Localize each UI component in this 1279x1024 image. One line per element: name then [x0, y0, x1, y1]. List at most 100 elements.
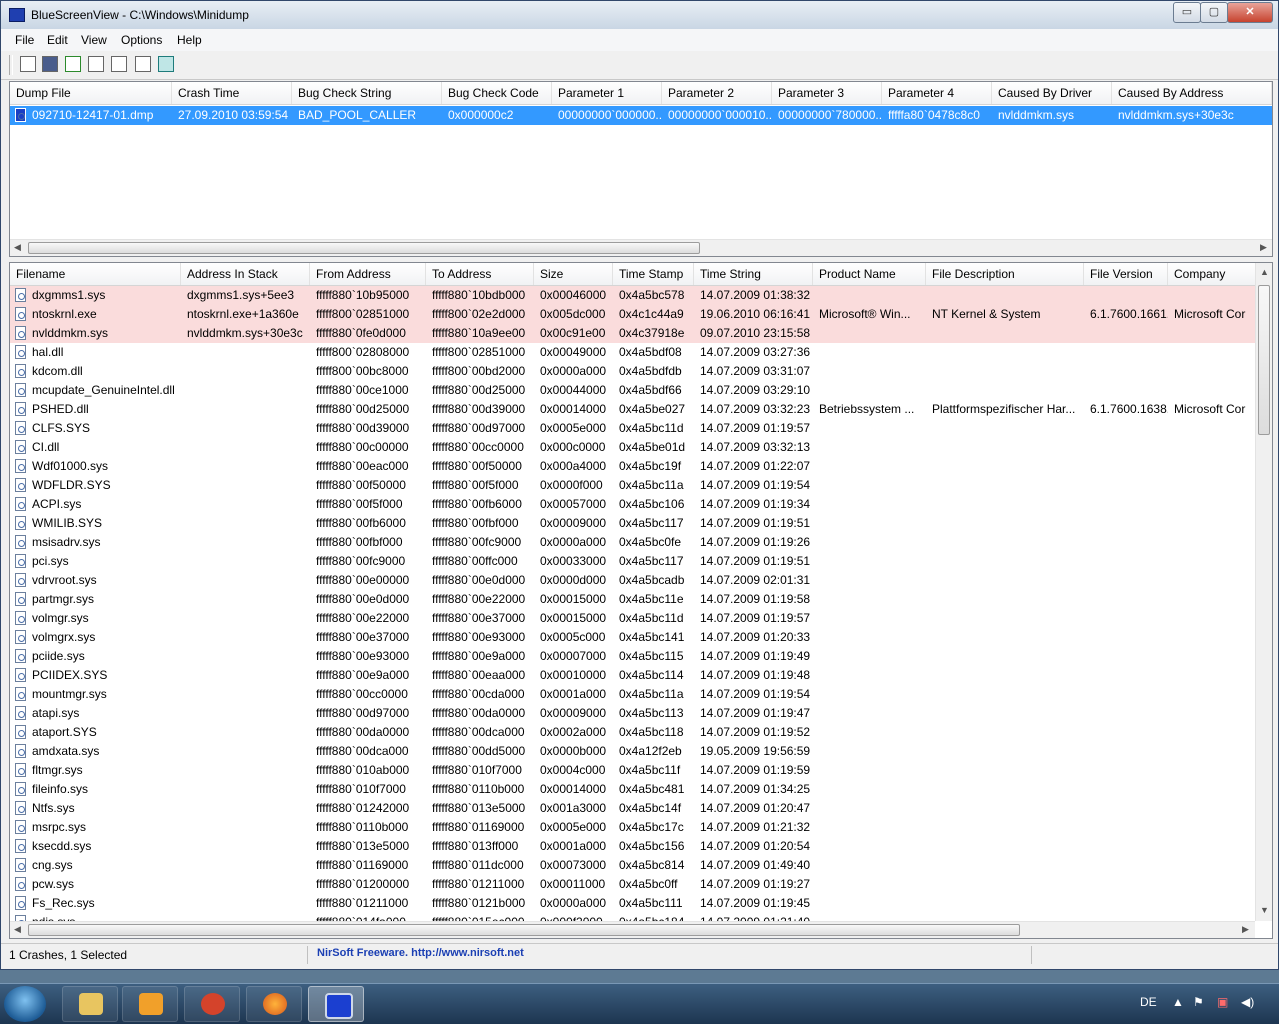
module-row[interactable]: CI.dll fffff880`00c00000 fffff880`00cc0000… [10, 438, 1272, 457]
module-column-header[interactable]: Time Stamp [613, 263, 694, 285]
module-list-hscrollbar[interactable]: ◀ ▶ [10, 921, 1255, 938]
taskbar-media-player[interactable] [122, 986, 178, 1022]
module-column-header[interactable]: From Address [310, 263, 426, 285]
module-row[interactable]: ntoskrnl.exe ntoskrnl.exe+1a360e fffff800`… [10, 305, 1272, 324]
scroll-right-icon[interactable]: ▶ [1242, 924, 1249, 935]
title-bar[interactable]: BlueScreenView - C:\Windows\Minidump ▭ ▢… [1, 1, 1278, 29]
module-row[interactable]: ataport.SYS fffff880`00da0000 fffff880`00d… [10, 723, 1272, 742]
taskbar-ccleaner[interactable] [184, 986, 240, 1022]
crash-column-header[interactable]: Parameter 2 [662, 82, 772, 104]
module-column-header[interactable]: Address In Stack [181, 263, 310, 285]
exit-icon[interactable] [158, 56, 174, 72]
menu-help[interactable]: Help [177, 33, 202, 47]
crash-list-hscrollbar[interactable]: ◀ ▶ [10, 239, 1272, 256]
scroll-thumb[interactable] [1258, 285, 1270, 435]
taskbar-explorer[interactable] [62, 986, 118, 1022]
taskbar-firefox[interactable] [246, 986, 302, 1022]
module-row[interactable]: Wdf01000.sys fffff880`00eac000 fffff880`00… [10, 457, 1272, 476]
module-row[interactable]: Fs_Rec.sys fffff880`01211000 fffff880`0121… [10, 894, 1272, 913]
module-row[interactable]: Ntfs.sys fffff880`01242000 fffff880`013e50… [10, 799, 1272, 818]
crash-column-header[interactable]: Parameter 3 [772, 82, 882, 104]
scroll-thumb[interactable] [28, 242, 700, 254]
scroll-right-icon[interactable]: ▶ [1260, 242, 1267, 253]
module-column-header[interactable]: File Description [926, 263, 1084, 285]
module-row[interactable]: vdrvroot.sys fffff880`00e00000 fffff880`00… [10, 571, 1272, 590]
module-column-header[interactable]: Product Name [813, 263, 926, 285]
module-row[interactable]: ksecdd.sys fffff880`013e5000 fffff880`013f… [10, 837, 1272, 856]
scroll-left-icon[interactable]: ◀ [14, 242, 21, 253]
start-button[interactable] [4, 986, 46, 1022]
volume-icon[interactable]: ◀) [1241, 995, 1254, 1009]
find-icon[interactable] [135, 56, 151, 72]
module-row[interactable]: PSHED.dll fffff880`00d25000 fffff880`00d39… [10, 400, 1272, 419]
module-list-vscrollbar[interactable]: ▲ ▼ [1255, 263, 1272, 921]
module-row[interactable]: cng.sys fffff880`01169000 fffff880`011dc00… [10, 856, 1272, 875]
show-hidden-icons-icon[interactable]: ▲ [1172, 995, 1184, 1009]
save-icon[interactable] [42, 56, 58, 72]
flag-icon[interactable]: ⚑ [1193, 995, 1204, 1009]
copy-icon[interactable] [88, 56, 104, 72]
module-row[interactable]: pcw.sys fffff880`01200000 fffff880`0121100… [10, 875, 1272, 894]
module-row[interactable]: volmgr.sys fffff880`00e22000 fffff880`00e3… [10, 609, 1272, 628]
crash-column-header[interactable]: Dump File [10, 82, 172, 104]
module-list[interactable]: Filename Address In Stack From Address To A… [9, 262, 1273, 939]
module-row[interactable]: volmgrx.sys fffff880`00e37000 fffff880`00e… [10, 628, 1272, 647]
properties-icon[interactable] [20, 56, 36, 72]
driver-file-icon [15, 478, 26, 492]
cell [1084, 476, 1168, 495]
scroll-left-icon[interactable]: ◀ [14, 924, 21, 935]
crash-column-header[interactable]: Crash Time [172, 82, 292, 104]
scroll-thumb[interactable] [28, 924, 1020, 936]
refresh-icon[interactable] [65, 56, 81, 72]
module-row[interactable]: fltmgr.sys fffff880`010ab000 fffff880`010f… [10, 761, 1272, 780]
module-row[interactable]: pci.sys fffff880`00fc9000 fffff880`00ffc00… [10, 552, 1272, 571]
crash-list[interactable]: Dump File Crash Time Bug Check String Bug C… [9, 81, 1273, 257]
crash-column-header[interactable]: Bug Check String [292, 82, 442, 104]
nirsoft-link[interactable]: NirSoft Freeware. http://www.nirsoft.net [317, 947, 524, 959]
scroll-up-icon[interactable]: ▲ [1260, 267, 1269, 277]
crash-column-header[interactable]: Caused By Driver [992, 82, 1112, 104]
module-row[interactable]: CLFS.SYS fffff880`00d39000 fffff880`00d970… [10, 419, 1272, 438]
menu-edit[interactable]: Edit [47, 33, 68, 47]
scroll-down-icon[interactable]: ▼ [1260, 905, 1269, 915]
crash-row[interactable]: 092710-12417-01.dmp 27.09.2010 03:59:54 BA… [10, 106, 1272, 125]
module-row[interactable]: atapi.sys fffff880`00d97000 fffff880`00da0… [10, 704, 1272, 723]
module-column-header[interactable]: Company [1168, 263, 1258, 285]
menu-view[interactable]: View [81, 33, 107, 47]
module-row[interactable]: msrpc.sys fffff880`0110b000 fffff880`01169… [10, 818, 1272, 837]
module-row[interactable]: kdcom.dll fffff800`00bc8000 fffff800`00bd2… [10, 362, 1272, 381]
module-column-header[interactable]: Size [534, 263, 613, 285]
module-row[interactable]: WDFLDR.SYS fffff880`00f50000 fffff880`00f5… [10, 476, 1272, 495]
crash-column-header[interactable]: Bug Check Code [442, 82, 552, 104]
module-row[interactable]: mountmgr.sys fffff880`00cc0000 fffff880`00… [10, 685, 1272, 704]
module-column-header[interactable]: Time String [694, 263, 813, 285]
language-indicator[interactable]: DE [1140, 995, 1157, 1009]
module-row[interactable]: ACPI.sys fffff880`00f5f000 fffff880`00fb60… [10, 495, 1272, 514]
module-row[interactable]: mcupdate_GenuineIntel.dll fffff880`00ce10… [10, 381, 1272, 400]
crash-column-header[interactable]: Parameter 4 [882, 82, 992, 104]
module-row[interactable]: dxgmms1.sys dxgmms1.sys+5ee3 fffff880`10b9… [10, 286, 1272, 305]
module-row[interactable]: pciide.sys fffff880`00e93000 fffff880`00e9… [10, 647, 1272, 666]
network-icon[interactable]: ▣ [1217, 995, 1228, 1009]
module-row[interactable]: fileinfo.sys fffff880`010f7000 fffff880`01… [10, 780, 1272, 799]
module-row[interactable]: hal.dll fffff800`02808000 fffff800`0285100… [10, 343, 1272, 362]
crash-column-header[interactable]: Parameter 1 [552, 82, 662, 104]
minimize-button[interactable]: ▭ [1173, 2, 1201, 23]
module-row[interactable]: msisadrv.sys fffff880`00fbf000 fffff880`00… [10, 533, 1272, 552]
module-row[interactable]: nvlddmkm.sys nvlddmkm.sys+30e3c fffff880`0… [10, 324, 1272, 343]
module-row[interactable]: partmgr.sys fffff880`00e0d000 fffff880`00e… [10, 590, 1272, 609]
menu-options[interactable]: Options [121, 33, 162, 47]
close-button[interactable]: ✕ [1227, 2, 1273, 23]
module-column-header[interactable]: To Address [426, 263, 534, 285]
module-column-header[interactable]: File Version [1084, 263, 1168, 285]
maximize-button[interactable]: ▢ [1200, 2, 1228, 23]
report-icon[interactable] [111, 56, 127, 72]
cell: 0x4a5bc117 [619, 554, 684, 568]
module-row[interactable]: WMILIB.SYS fffff880`00fb6000 fffff880`00fb… [10, 514, 1272, 533]
module-row[interactable]: amdxata.sys fffff880`00dca000 fffff880`00d… [10, 742, 1272, 761]
taskbar-bluescreenview[interactable] [308, 986, 364, 1022]
crash-column-header[interactable]: Caused By Address [1112, 82, 1272, 104]
menu-file[interactable]: File [15, 33, 34, 47]
module-column-header[interactable]: Filename [10, 263, 181, 285]
module-row[interactable]: PCIIDEX.SYS fffff880`00e9a000 fffff880`00e… [10, 666, 1272, 685]
